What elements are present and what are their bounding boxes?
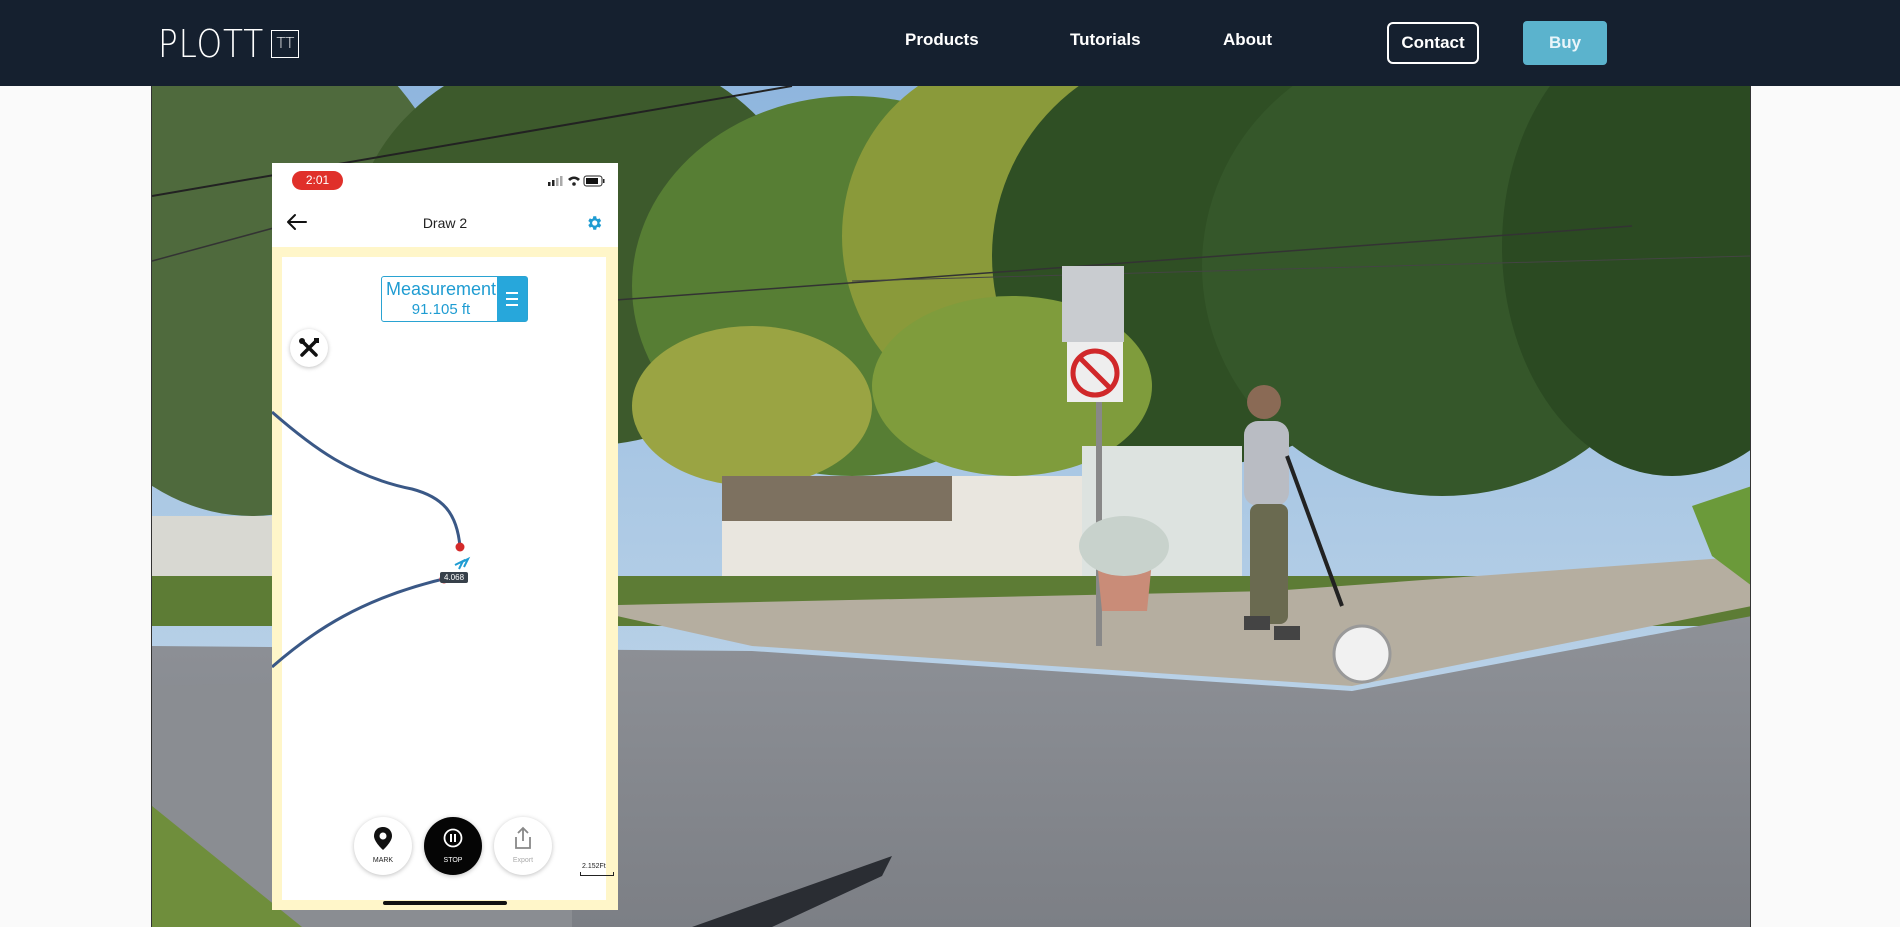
export-button[interactable]: Export	[494, 817, 552, 875]
mark-label: MARK	[372, 857, 394, 864]
export-label: Export	[512, 857, 534, 864]
nav-products[interactable]: Products	[905, 30, 979, 50]
stop-button[interactable]: STOP	[424, 817, 482, 875]
measurement-panel[interactable]: Measurement 91.105 ft	[381, 276, 528, 322]
signal-wifi-battery-icon	[548, 175, 605, 187]
mark-button[interactable]: MARK	[354, 817, 412, 875]
status-bar: 2:01	[272, 163, 618, 201]
status-time: 2:01	[292, 171, 343, 190]
drawing-canvas[interactable]: 4.068 Measurement 91.105 ft MARK STOP Ex…	[272, 247, 618, 910]
logo-text: PLOTT	[158, 22, 265, 66]
hamburger-icon	[506, 292, 518, 306]
scale-bar	[580, 872, 614, 876]
logo-mark: TT	[271, 30, 300, 58]
buy-button[interactable]: Buy	[1523, 21, 1607, 65]
segment-length-label: 4.068	[440, 572, 469, 583]
wrench-screwdriver-icon	[299, 338, 319, 357]
hero-video[interactable]: 2:01 Draw 2 4.068 Measurement 91.105 ft …	[151, 86, 1751, 927]
plott-logo[interactable]: PLOTT TT	[158, 22, 300, 66]
measurement-value: 91.105 ft	[411, 301, 471, 318]
app-bar: Draw 2	[272, 201, 618, 247]
stop-label: STOP	[443, 857, 463, 864]
nav-tutorials[interactable]: Tutorials	[1070, 30, 1141, 50]
gear-icon[interactable]	[585, 214, 603, 232]
site-header: PLOTT TT Products Tutorials About Contac…	[0, 0, 1900, 86]
measurement-label: Measurement	[385, 279, 497, 299]
home-indicator	[383, 901, 507, 905]
phone-app-overlay: 2:01 Draw 2 4.068 Measurement 91.105 ft …	[272, 163, 618, 910]
share-icon	[515, 826, 531, 849]
measurement-menu-button[interactable]	[497, 277, 527, 321]
scale-label: 2.152Ft	[582, 863, 606, 870]
map-pin-icon	[374, 827, 392, 850]
drawing-title: Draw 2	[422, 215, 468, 231]
drawing-area[interactable]: 4.068 Measurement 91.105 ft MARK STOP Ex…	[272, 257, 614, 900]
nav-about[interactable]: About	[1223, 30, 1272, 50]
pause-icon	[443, 828, 463, 848]
tools-button[interactable]	[290, 329, 328, 367]
contact-button[interactable]: Contact	[1387, 22, 1479, 64]
